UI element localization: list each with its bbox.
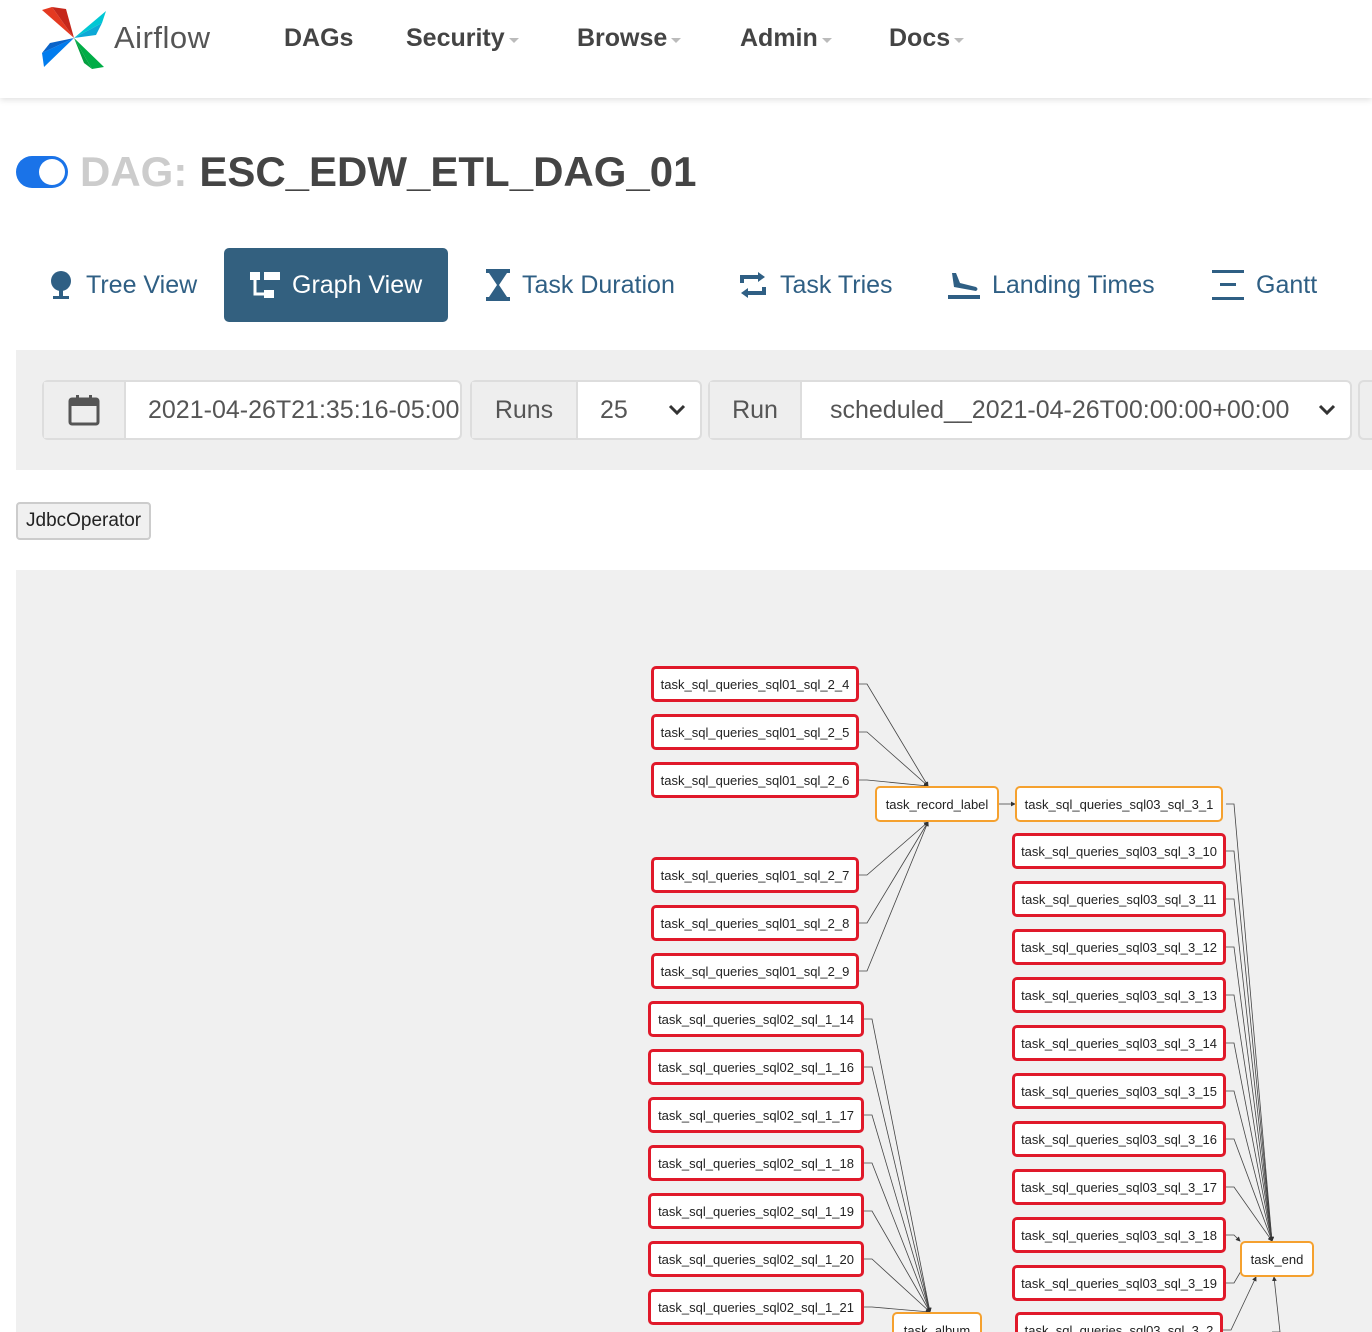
view-tabs: Tree View Graph View Task Duration Task …	[0, 248, 1372, 322]
dag-edge	[1272, 1276, 1281, 1332]
airflow-logo-icon	[42, 7, 106, 69]
tab-task-duration[interactable]: Task Duration	[486, 248, 675, 322]
tab-task-tries-label: Task Tries	[780, 270, 893, 299]
dag-prefix: DAG:	[80, 148, 188, 195]
dag-pause-toggle[interactable]	[16, 156, 68, 188]
brand-name: Airflow	[114, 20, 211, 55]
task-node[interactable]: task_record_label	[875, 786, 999, 822]
nav-admin[interactable]: Admin	[740, 24, 832, 53]
graph-controls: 2021-04-26T21:35:16-05:00 Runs 25 Run sc…	[16, 350, 1372, 470]
task-node[interactable]: task_sql_queries_sql03_sql_3_19	[1012, 1265, 1226, 1301]
graph-icon	[250, 272, 280, 298]
caret-down-icon	[954, 38, 965, 43]
task-node[interactable]: task_sql_queries_sql02_sql_1_14	[648, 1001, 864, 1037]
dag-edge	[859, 731, 929, 787]
task-node[interactable]: task_sql_queries_sql03_sql_3_1	[1015, 786, 1223, 822]
run-label: Run	[732, 395, 778, 424]
dag-edge	[859, 821, 929, 876]
nav-browse[interactable]: Browse	[577, 24, 682, 53]
tab-landing-times[interactable]: Landing Times	[948, 248, 1155, 322]
run-group: Run scheduled__2021-04-26T00:00:00+00:00	[708, 380, 1352, 440]
tab-landing-times-label: Landing Times	[992, 270, 1155, 299]
runs-select[interactable]: 25	[578, 396, 668, 425]
tab-tree-view[interactable]: Tree View	[48, 248, 197, 322]
dag-edge	[859, 821, 929, 972]
dag-edge	[864, 1162, 931, 1313]
base-date-input[interactable]: 2021-04-26T21:35:16-05:00	[126, 396, 460, 425]
chevron-down-icon	[668, 404, 686, 416]
dag-edge	[864, 1018, 932, 1313]
caret-down-icon	[508, 38, 519, 43]
run-addon: Run	[710, 382, 802, 438]
tab-task-duration-label: Task Duration	[522, 270, 675, 299]
nav-dags-label: DAGs	[284, 24, 354, 52]
task-node[interactable]: task_sql_queries_sql03_sql_3_15	[1012, 1073, 1226, 1109]
runs-group: Runs 25	[470, 380, 702, 440]
dag-edge	[864, 1066, 932, 1313]
run-select[interactable]: scheduled__2021-04-26T00:00:00+00:00	[802, 396, 1318, 425]
nav-admin-label: Admin	[740, 24, 818, 52]
calendar-icon	[68, 395, 100, 426]
task-node[interactable]: task_sql_queries_sql03_sql_3_17	[1012, 1169, 1226, 1205]
tab-gantt-label: Gantt	[1256, 270, 1318, 299]
nav-security-label: Security	[406, 24, 505, 52]
nav-security[interactable]: Security	[406, 24, 519, 53]
runs-addon: Runs	[472, 382, 578, 438]
caret-down-icon	[671, 38, 682, 43]
hourglass-icon	[486, 269, 510, 301]
task-node[interactable]: task_sql_queries_sql03_sql_3_10	[1012, 833, 1226, 869]
nav-docs-label: Docs	[889, 24, 951, 52]
nav-browse-label: Browse	[577, 24, 668, 52]
dag-edge	[859, 683, 929, 787]
chevron-down-icon	[1318, 404, 1336, 416]
dag-edge	[1226, 1042, 1274, 1242]
task-node[interactable]: task_sql_queries_sql03_sql_3_14	[1012, 1025, 1226, 1061]
task-node[interactable]: task_sql_queries_sql01_sql_2_4	[651, 666, 859, 702]
task-node[interactable]: task_sql_queries_sql03_sql_3_16	[1012, 1121, 1226, 1157]
base-date-group: 2021-04-26T21:35:16-05:00	[42, 380, 462, 440]
task-node[interactable]: task_sql_queries_sql01_sql_2_5	[651, 714, 859, 750]
nav-docs[interactable]: Docs	[889, 24, 965, 53]
tree-icon	[51, 271, 71, 299]
top-navbar: Airflow DAGs Security Browse Admin Docs	[0, 0, 1372, 98]
plane-landing-icon	[948, 273, 980, 299]
brand[interactable]: Airflow	[40, 5, 211, 71]
tab-tree-view-label: Tree View	[86, 270, 198, 299]
dag-graph-canvas[interactable]: task_sql_queries_sql01_sql_2_4 task_sql_…	[16, 570, 1372, 1332]
task-node[interactable]: task_sql_queries_sql01_sql_2_7	[651, 857, 859, 893]
dag-id: ESC_EDW_ETL_DAG_01	[199, 148, 697, 195]
task-node[interactable]: task_sql_queries_sql03_sql_3_13	[1012, 977, 1226, 1013]
task-node[interactable]: task_end	[1240, 1241, 1314, 1277]
tab-graph-view-label: Graph View	[292, 270, 423, 299]
tab-graph-view[interactable]: Graph View	[224, 248, 449, 322]
runs-label: Runs	[494, 395, 554, 424]
task-node[interactable]: task_sql_queries_sql02_sql_1_16	[648, 1049, 864, 1085]
task-node[interactable]: task_sql_queries_sql03_sql_3_12	[1012, 929, 1226, 965]
task-node[interactable]: task_sql_queries_sql02_sql_1_19	[648, 1193, 864, 1229]
task-node[interactable]: task_sql_queries_sql03_sql_3_11	[1012, 881, 1226, 917]
tab-gantt[interactable]: Gantt	[1212, 248, 1317, 322]
task-node[interactable]: task_sql_queries_sql02_sql_1_21	[648, 1289, 864, 1325]
layout-group[interactable]	[1358, 380, 1372, 440]
operator-legend-jdbc[interactable]: JdbcOperator	[16, 502, 152, 540]
toggle-knob	[39, 159, 65, 185]
calendar-addon[interactable]	[44, 382, 126, 438]
task-node[interactable]: task_album	[892, 1312, 982, 1332]
task-node[interactable]: task_sql_queries_sql02_sql_1_20	[648, 1241, 864, 1277]
gantt-icon	[1212, 270, 1244, 300]
caret-down-icon	[821, 38, 832, 43]
dag-edge	[1223, 1276, 1257, 1331]
task-node[interactable]: task_sql_queries_sql01_sql_2_8	[651, 905, 859, 941]
nav-dags[interactable]: DAGs	[284, 24, 353, 53]
task-node[interactable]: task_sql_queries_sql01_sql_2_6	[651, 762, 859, 798]
dag-edge	[1226, 1234, 1241, 1242]
tab-task-tries[interactable]: Task Tries	[738, 248, 893, 322]
task-node[interactable]: task_sql_queries_sql03_sql_3_18	[1012, 1217, 1226, 1253]
task-node[interactable]: task_sql_queries_sql02_sql_1_17	[648, 1097, 864, 1133]
retweet-icon	[740, 272, 766, 298]
task-node[interactable]: task_sql_queries_sql01_sql_2_9	[651, 953, 859, 989]
task-node[interactable]: task_sql_queries_sql02_sql_1_18	[648, 1145, 864, 1181]
page-title: DAG: ESC_EDW_ETL_DAG_01	[16, 148, 696, 196]
task-node[interactable]: task_sql_queries_sql03_sql_3_2	[1015, 1312, 1223, 1332]
